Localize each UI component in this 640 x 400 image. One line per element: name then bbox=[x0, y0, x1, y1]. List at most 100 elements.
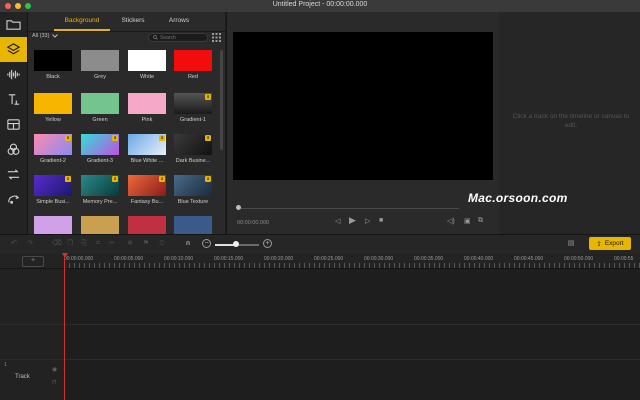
chevron-down-icon bbox=[52, 34, 59, 38]
ruler-label: 00:00:40.000 bbox=[464, 256, 494, 262]
background-tile[interactable]: ⬇ bbox=[81, 134, 119, 155]
sidebar-item-transitions[interactable] bbox=[0, 162, 27, 187]
tab-arrows[interactable]: Arrows bbox=[158, 17, 200, 24]
background-tile[interactable] bbox=[81, 50, 119, 71]
next-frame-icon[interactable]: ▷ bbox=[365, 217, 370, 225]
preview-canvas[interactable] bbox=[233, 32, 493, 180]
motion-icon bbox=[8, 195, 20, 204]
fit-screen-icon[interactable]: ▣ bbox=[464, 217, 471, 225]
background-tile[interactable] bbox=[34, 216, 72, 234]
ruler-label: 00:00:20.000 bbox=[264, 256, 294, 262]
speed-icon[interactable]: ⏲ bbox=[158, 240, 166, 248]
previous-frame-icon[interactable]: ◁ bbox=[335, 217, 340, 225]
sidebar-item-overlay[interactable] bbox=[0, 112, 27, 137]
background-tile[interactable] bbox=[34, 93, 72, 114]
background-tile[interactable] bbox=[174, 50, 212, 71]
premium-download-icon: ⬇ bbox=[159, 176, 165, 182]
copy-icon[interactable]: ❐ bbox=[66, 240, 74, 248]
delete-icon[interactable]: ⌫ bbox=[52, 240, 62, 248]
crop-icon[interactable]: ⌗ bbox=[94, 240, 102, 248]
playhead[interactable] bbox=[64, 253, 65, 400]
background-tile-label: Blue Texture bbox=[177, 199, 209, 205]
marker-icon[interactable]: ⚑ bbox=[142, 240, 150, 248]
split-icon[interactable]: ✂ bbox=[108, 240, 116, 248]
sidebar-item-motion[interactable] bbox=[0, 187, 27, 212]
background-tile[interactable]: ⬇ bbox=[34, 175, 72, 196]
folder-icon bbox=[6, 20, 21, 30]
premium-download-icon: ⬇ bbox=[205, 176, 211, 182]
zoom-in-icon[interactable]: + bbox=[263, 239, 272, 248]
export-icon: ⇪ bbox=[596, 240, 602, 248]
background-tile[interactable]: ⬇ bbox=[81, 175, 119, 196]
eye-icon[interactable]: ◉ bbox=[52, 366, 57, 373]
background-tile-label: Fantasy Bu... bbox=[130, 199, 164, 205]
background-tile[interactable] bbox=[81, 93, 119, 114]
premium-download-icon: ⬇ bbox=[112, 135, 118, 141]
search-box[interactable] bbox=[148, 33, 208, 42]
premium-download-icon: ⬇ bbox=[65, 135, 71, 141]
premium-download-icon: ⬇ bbox=[159, 135, 165, 141]
window-title: Untitled Project - 00:00:00.000 bbox=[272, 1, 368, 8]
library-tabs: Background Stickers Arrows bbox=[28, 12, 225, 32]
background-tile[interactable]: ⬇ bbox=[128, 134, 166, 155]
sidebar-item-filters[interactable] bbox=[0, 137, 27, 162]
background-tile[interactable] bbox=[81, 216, 119, 234]
freeze-icon[interactable]: ❄ bbox=[126, 240, 134, 248]
premium-download-icon: ⬇ bbox=[112, 176, 118, 182]
background-tile[interactable] bbox=[128, 50, 166, 71]
play-icon[interactable]: ▶ bbox=[349, 215, 356, 226]
export-button[interactable]: ⇪ Export bbox=[589, 237, 631, 250]
redo-icon[interactable]: ↷ bbox=[26, 240, 34, 248]
grid-view-icon[interactable] bbox=[212, 33, 221, 42]
background-tile-label: Pink bbox=[141, 117, 153, 123]
ruler-ticks bbox=[64, 263, 640, 268]
sidebar-item-audio[interactable] bbox=[0, 62, 27, 87]
ruler-label: 00:00:55 bbox=[614, 256, 634, 262]
ruler-label: 00:00:45.000 bbox=[514, 256, 544, 262]
background-tile[interactable]: ⬇ bbox=[174, 175, 212, 196]
zoom-out-icon[interactable]: − bbox=[202, 239, 211, 248]
sidebar-item-background[interactable] bbox=[0, 37, 27, 62]
paste-icon[interactable]: ⎘ bbox=[80, 240, 88, 248]
playhead-handle[interactable] bbox=[62, 253, 68, 258]
sidebar-item-media[interactable] bbox=[0, 12, 27, 37]
transitions-icon bbox=[7, 169, 20, 180]
sidebar-item-text[interactable] bbox=[0, 87, 27, 112]
track-number: 1 bbox=[4, 362, 7, 368]
overlay-icon bbox=[7, 119, 20, 130]
background-tile[interactable]: ⬇ bbox=[128, 175, 166, 196]
category-filter-dropdown[interactable]: All (33) bbox=[32, 33, 59, 39]
premium-download-icon: ⬇ bbox=[205, 135, 211, 141]
ruler-label: 00:00:00.000 bbox=[64, 256, 94, 262]
snap-icon[interactable]: ⍝ bbox=[184, 240, 192, 248]
preview-progress-thumb[interactable] bbox=[236, 205, 241, 210]
record-icon[interactable]: ▤ bbox=[567, 240, 575, 248]
background-tile[interactable]: ⬇ bbox=[34, 134, 72, 155]
fullscreen-icon[interactable]: ⧉ bbox=[478, 217, 483, 225]
background-tile-label: Gradient-3 bbox=[87, 158, 113, 164]
background-tile[interactable] bbox=[128, 216, 166, 234]
background-tile[interactable] bbox=[34, 50, 72, 71]
timeline-ruler[interactable]: + 00:00:00.000 00:00:05.000 00:00:10.000 00… bbox=[0, 253, 640, 269]
lock-icon[interactable]: ⊓ bbox=[52, 379, 57, 386]
preview-progress-track[interactable] bbox=[237, 208, 459, 209]
category-filter-value: All (33) bbox=[32, 33, 50, 39]
tab-stickers[interactable]: Stickers bbox=[112, 17, 154, 24]
undo-icon[interactable]: ↶ bbox=[10, 240, 18, 248]
search-input[interactable] bbox=[160, 34, 200, 41]
background-tile[interactable] bbox=[174, 216, 212, 234]
library-panel: Background Stickers Arrows All (33) Blac… bbox=[28, 12, 225, 234]
zoom-slider-thumb[interactable] bbox=[233, 241, 239, 247]
ruler-label: 00:00:25.000 bbox=[314, 256, 344, 262]
tab-background[interactable]: Background bbox=[54, 17, 110, 24]
active-tab-indicator bbox=[54, 29, 110, 31]
background-tile-label: Dark Busine... bbox=[175, 158, 211, 164]
volume-icon[interactable]: ◁) bbox=[447, 217, 455, 225]
library-scrollbar[interactable] bbox=[220, 50, 223, 150]
add-track-button[interactable]: + bbox=[22, 256, 44, 267]
background-tile[interactable]: ⬇ bbox=[174, 134, 212, 155]
timeline-tracks[interactable]: 1 Track ◉ ⊓ bbox=[0, 269, 640, 400]
background-tile[interactable]: ⬇ bbox=[174, 93, 212, 114]
stop-icon[interactable]: ■ bbox=[379, 217, 383, 224]
background-tile[interactable] bbox=[128, 93, 166, 114]
